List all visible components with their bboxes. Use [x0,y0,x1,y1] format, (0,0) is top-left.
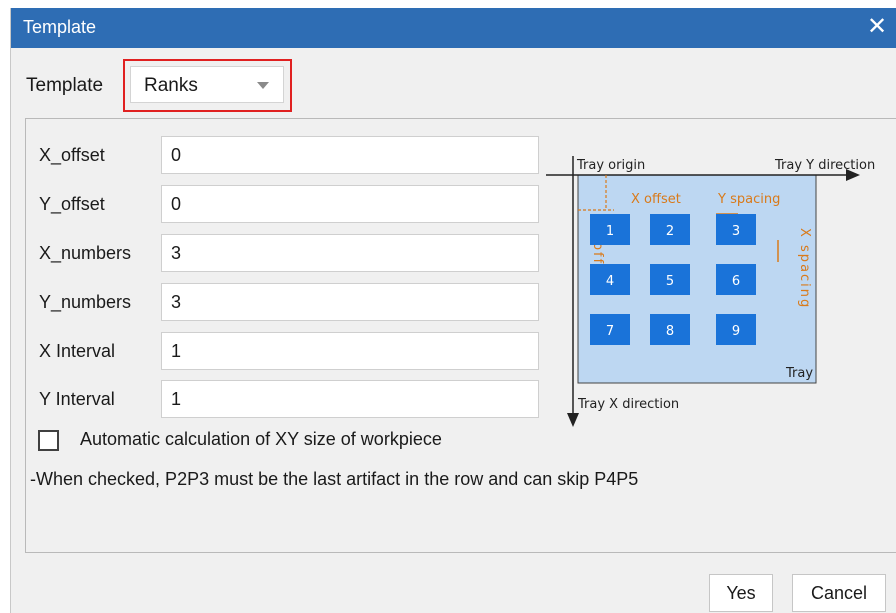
cancel-button[interactable]: Cancel [792,574,886,612]
auto-calc-label: Automatic calculation of XY size of work… [80,429,442,449]
tray-cell-number: 2 [666,224,674,239]
auto-calc-checkbox[interactable] [38,430,59,451]
dialog-title: Template [23,17,97,37]
auto-calc-note: -When checked, P2P3 must be the last art… [30,469,639,489]
template-dialog: Template ✕ Template Ranks X_offset 0 Y_o… [10,8,896,613]
y-interval-label: Y Interval [39,389,115,409]
x-offset-label: X_offset [39,145,105,165]
x-direction-arrow-icon [567,413,579,427]
x-numbers-label: X_numbers [39,243,132,263]
y-offset-label: Y_offset [39,194,105,214]
tray-cell-number: 3 [732,224,740,239]
template-select[interactable]: Ranks [130,66,284,103]
dropdown-arrow-icon [257,82,269,89]
tray-label: Tray [785,366,813,381]
template-select-value: Ranks [144,75,198,96]
x-interval-input[interactable]: 1 [161,332,539,370]
tray-cell-number: 4 [606,274,614,289]
template-label: Template [26,75,104,96]
yes-button[interactable]: Yes [709,574,773,612]
tray-origin-label: Tray origin [576,158,645,173]
tray-diagram: Tray origin Tray Y direction X offset Y … [546,148,896,448]
tray-cell-number: 6 [732,274,740,289]
tray-cell-number: 8 [666,324,674,339]
y-interval-input[interactable]: 1 [161,380,539,418]
y-offset-input[interactable]: 0 [161,185,539,223]
x-interval-label: X Interval [39,341,116,361]
x-offset-input[interactable]: 0 [161,136,539,174]
x-numbers-input[interactable]: 3 [161,234,539,272]
close-icon[interactable]: ✕ [863,13,891,41]
y-numbers-label: Y_numbers [39,292,132,312]
tray-cell-number: 9 [732,324,740,339]
y-numbers-input[interactable]: 3 [161,283,539,321]
title-bar: Template ✕ [11,8,896,48]
tray-cell-number: 7 [606,324,614,339]
x-offset-label-diagram: X offset [631,192,681,207]
tray-y-direction-label: Tray Y direction [774,158,875,173]
tray-cell-number: 5 [666,274,674,289]
tray-x-direction-label: Tray X direction [577,397,679,412]
y-spacing-label: Y spacing [717,192,780,207]
x-spacing-label: X spacing [797,228,812,309]
cell-grid: 1 2 3 4 5 6 7 8 9 [590,214,756,345]
tray-diagram-svg: Tray origin Tray Y direction X offset Y … [546,156,875,427]
tray-cell-number: 1 [606,224,614,239]
